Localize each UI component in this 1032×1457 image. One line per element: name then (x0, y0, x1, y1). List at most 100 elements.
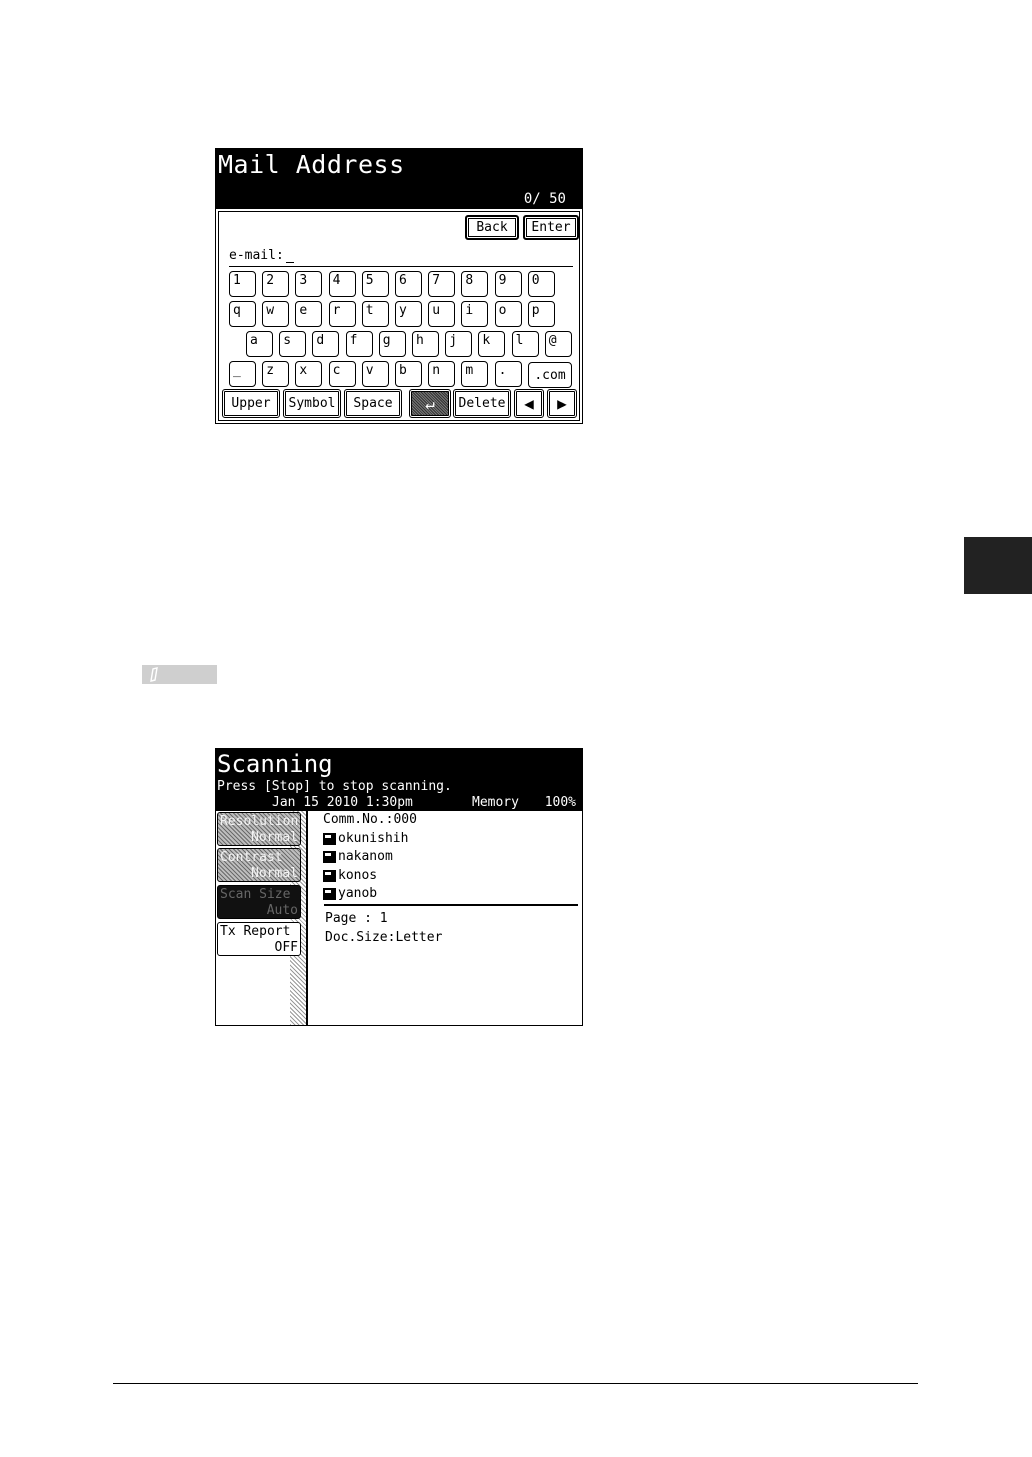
memory-percent: 100% (544, 795, 576, 810)
email-field-label: e-mail: (229, 248, 284, 263)
key-3-3[interactable]: c (328, 361, 356, 387)
fax-icon (323, 869, 336, 882)
scan-instruction: Press [Stop] to stop scanning. (217, 779, 452, 794)
key-3-8[interactable]: . (494, 361, 522, 387)
return-icon: ↵ (425, 394, 435, 413)
scan-size-label: Scan Size (220, 887, 291, 902)
memory-label: Memory (472, 795, 519, 810)
destination-name: nakanom (338, 849, 393, 864)
key-0-0[interactable]: 1 (229, 271, 256, 297)
resolution-button[interactable]: Resolution Normal (217, 812, 301, 846)
key-3-1[interactable]: z (262, 361, 290, 387)
cursor-left-button[interactable]: ◀ (514, 389, 544, 418)
mail-title: Mail Address (218, 150, 405, 179)
space-button[interactable]: Space (344, 389, 402, 418)
fax-icon (323, 888, 336, 901)
text-cursor (285, 262, 294, 263)
key-0-2[interactable]: 3 (295, 271, 323, 297)
key-1-5[interactable]: y (395, 301, 422, 327)
list-separator (324, 904, 578, 906)
scan-header: Scanning Press [Stop] to stop scanning. … (216, 749, 582, 811)
key-2-2[interactable]: d (312, 331, 340, 357)
right-arrow-icon: ▶ (557, 394, 567, 413)
delete-button[interactable]: Delete (453, 389, 511, 418)
key-1-0[interactable]: q (229, 301, 256, 327)
list-item: konos (323, 867, 417, 886)
email-field[interactable]: e-mail: (229, 248, 294, 263)
contrast-value: Normal (251, 866, 298, 881)
key-0-3[interactable]: 4 (328, 271, 356, 297)
key-1-2[interactable]: e (295, 301, 323, 327)
key-0-1[interactable]: 2 (262, 271, 290, 297)
key-2-3[interactable]: f (345, 331, 373, 357)
key-2-5[interactable]: h (412, 331, 439, 357)
tx-report-value: OFF (274, 940, 298, 955)
pencil-icon (150, 667, 158, 682)
note-badge (142, 665, 217, 684)
fax-icon (323, 832, 336, 845)
chapter-tab (964, 537, 1032, 594)
list-item: okunishih (323, 830, 417, 849)
scan-size-value: Auto (266, 903, 298, 918)
key-dotcom[interactable]: .com (528, 362, 572, 388)
comm-number: Comm.No.:000 (323, 812, 417, 827)
column-divider (306, 811, 308, 1025)
transmission-list: Comm.No.:000 okunishih nakanom konos yan… (323, 811, 417, 904)
scanning-screen: Scanning Press [Stop] to stop scanning. … (215, 748, 583, 1026)
key-1-1[interactable]: w (262, 301, 290, 327)
field-underline (229, 266, 573, 267)
footer-rule (113, 1383, 918, 1384)
key-3-7[interactable]: m (461, 361, 489, 387)
key-2-4[interactable]: g (378, 331, 406, 357)
tx-report-button[interactable]: Tx Report OFF (217, 922, 301, 956)
key-0-9[interactable]: 0 (527, 271, 555, 297)
key-1-8[interactable]: o (494, 301, 522, 327)
date-time: Jan 15 2010 1:30pm (272, 795, 413, 810)
keyboard-panel: Back Enter e-mail: 1234567890 qwertyuiop a… (218, 211, 580, 421)
key-2-7[interactable]: k (478, 331, 506, 357)
symbol-button[interactable]: Symbol (283, 389, 341, 418)
key-1-3[interactable]: r (328, 301, 356, 327)
key-3-0[interactable]: _ (229, 361, 256, 387)
back-button[interactable]: Back (465, 215, 519, 240)
key-2-9[interactable]: @ (544, 331, 572, 357)
key-2-0[interactable]: a (246, 331, 273, 357)
resolution-value: Normal (251, 830, 298, 845)
page-count: Page : 1 (325, 911, 388, 926)
destination-name: okunishih (338, 830, 409, 846)
mail-address-screen: Mail Address 0/ 50 Back Enter e-mail: 12… (215, 148, 583, 424)
key-0-8[interactable]: 9 (494, 271, 522, 297)
key-3-6[interactable]: n (428, 361, 456, 387)
key-1-4[interactable]: t (361, 301, 389, 327)
scan-size-button[interactable]: Scan Size Auto (217, 885, 301, 919)
key-1-6[interactable]: u (428, 301, 456, 327)
key-2-6[interactable]: j (445, 331, 473, 357)
scan-info: Page : 1 Doc.Size:Letter (325, 910, 442, 947)
tx-report-label: Tx Report (220, 924, 291, 939)
key-3-5[interactable]: b (395, 361, 422, 387)
key-2-1[interactable]: s (279, 331, 307, 357)
key-2-8[interactable]: l (511, 331, 539, 357)
key-3-2[interactable]: x (295, 361, 323, 387)
destination-name: konos (338, 867, 378, 883)
list-item: nakanom (323, 848, 417, 867)
mail-title-bar: Mail Address 0/ 50 (216, 149, 582, 209)
upper-button[interactable]: Upper (222, 389, 280, 418)
left-arrow-icon: ◀ (524, 394, 534, 413)
contrast-button[interactable]: Contrast Normal (217, 848, 301, 882)
list-item: yanob (323, 885, 417, 904)
enter-button[interactable]: Enter (523, 215, 579, 240)
doc-size: Doc.Size:Letter (325, 929, 443, 945)
key-0-4[interactable]: 5 (361, 271, 389, 297)
key-0-7[interactable]: 8 (461, 271, 489, 297)
key-1-9[interactable]: p (527, 301, 555, 327)
fax-icon (323, 851, 336, 864)
char-counter: 0/ 50 (523, 191, 566, 207)
cursor-right-button[interactable]: ▶ (547, 389, 577, 418)
key-0-5[interactable]: 6 (395, 271, 422, 297)
key-0-6[interactable]: 7 (428, 271, 456, 297)
key-1-7[interactable]: i (461, 301, 489, 327)
key-3-4[interactable]: v (361, 361, 389, 387)
newline-button[interactable]: ↵ (409, 389, 451, 418)
contrast-label: Contrast (220, 850, 283, 865)
